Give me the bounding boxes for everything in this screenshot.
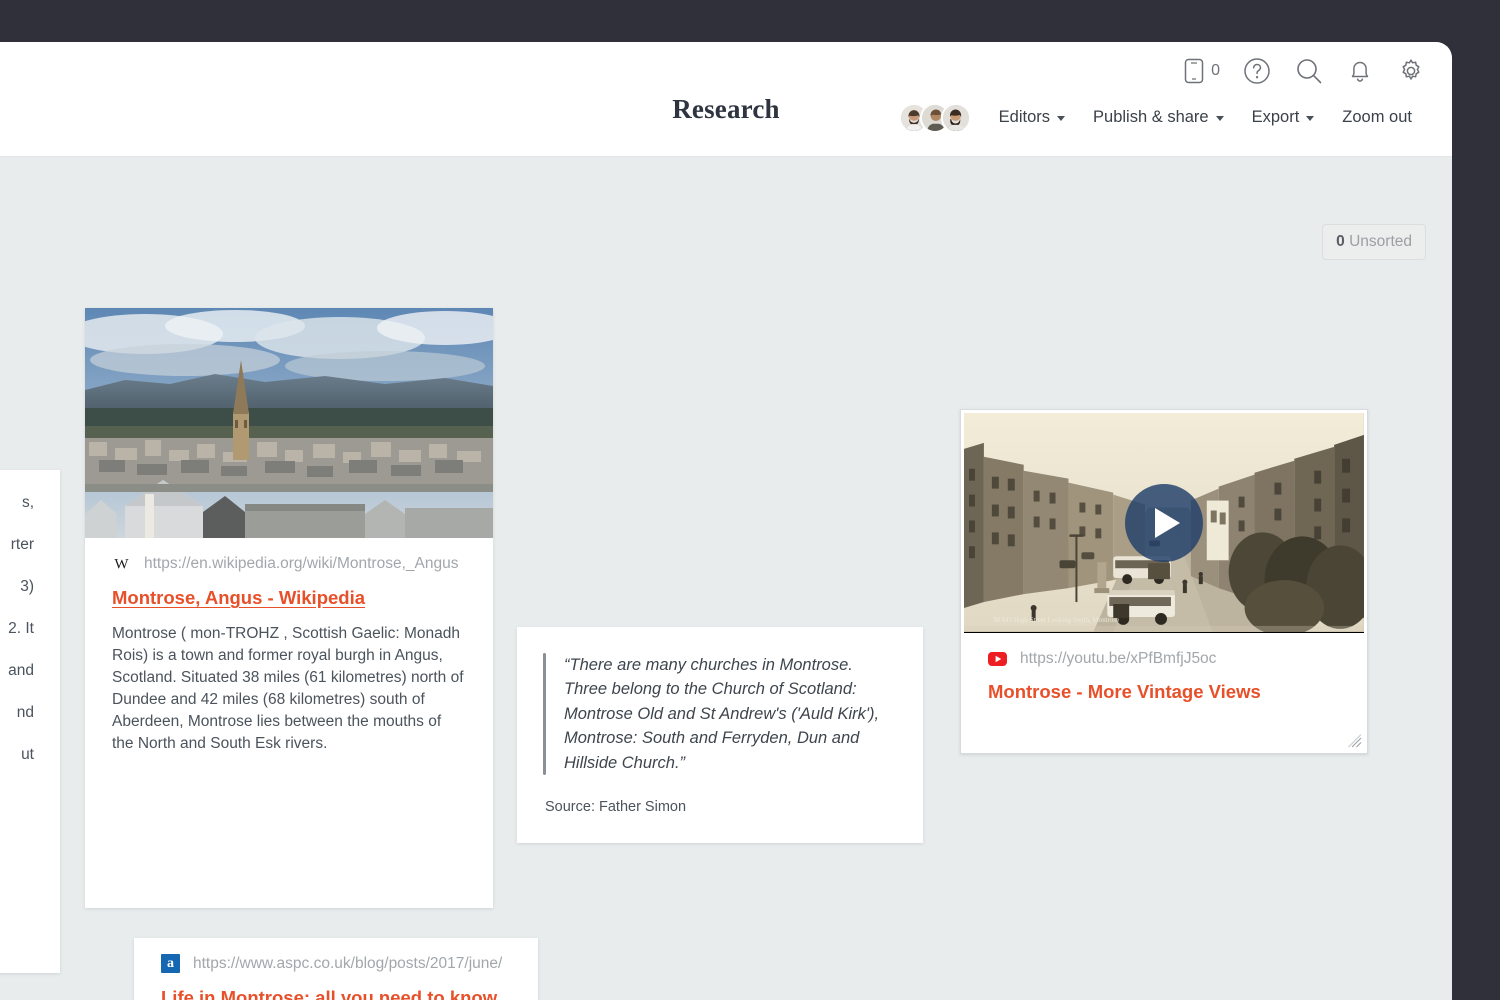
card-title-link[interactable]: Life in Montrose: all you need to know a… xyxy=(134,973,538,1000)
partial-line: nd xyxy=(0,702,34,724)
video-thumbnail[interactable]: M 643 High Street Looking South, Montros… xyxy=(964,413,1364,633)
app-root: 0 xyxy=(0,0,1500,1000)
help-icon[interactable] xyxy=(1242,56,1272,86)
unsorted-badge[interactable]: 0 Unsorted xyxy=(1322,224,1426,260)
unsorted-label: Unsorted xyxy=(1349,233,1412,250)
svg-text:W: W xyxy=(114,557,129,573)
avatar[interactable] xyxy=(941,103,971,133)
zoom-out-button[interactable]: Zoom out xyxy=(1328,102,1426,133)
quote-text: “There are many churches in Montrose. Th… xyxy=(564,653,895,775)
resize-handle-icon[interactable] xyxy=(1348,734,1362,748)
partial-card-body: s, rter 3) 2. It and nd ut xyxy=(0,470,60,808)
mobile-count-label: 0 xyxy=(1211,62,1220,80)
card-title-link[interactable]: Montrose, Angus - Wikipedia xyxy=(85,573,493,611)
montrose-town-photo xyxy=(85,308,493,538)
header-icon-row: 0 xyxy=(1184,56,1426,86)
gear-icon[interactable] xyxy=(1396,56,1426,86)
wikipedia-w-icon: W xyxy=(112,554,131,573)
board-canvas[interactable]: 0 Unsorted s, rter 3) 2. It and nd ut xyxy=(0,157,1452,1000)
play-triangle-icon xyxy=(1155,508,1180,538)
svg-text:M 643 High Street Looking S: M 643 High Street Looking South, Montros… xyxy=(994,616,1119,624)
source-url[interactable]: https://youtu.be/xPfBmfjJ5oc xyxy=(1020,650,1216,668)
source-url[interactable]: https://en.wikipedia.org/wiki/Montrose,_… xyxy=(144,555,458,573)
chevron-down-icon xyxy=(1216,116,1224,121)
header-actions: Editors Publish & share Export Zoom out xyxy=(899,102,1426,133)
card-body-text: Montrose ( mon-TROHZ , Scottish Gaelic: … xyxy=(85,611,493,755)
partial-line: ut xyxy=(0,744,34,766)
partial-line: and xyxy=(0,660,34,682)
quote-accent-bar xyxy=(543,653,546,775)
publish-share-label: Publish & share xyxy=(1093,108,1209,127)
chevron-down-icon xyxy=(1057,116,1065,121)
source-url[interactable]: https://www.aspc.co.uk/blog/posts/2017/j… xyxy=(193,955,502,973)
card-title-link[interactable]: Montrose - More Vintage Views xyxy=(961,668,1367,703)
chevron-down-icon xyxy=(1306,116,1314,121)
partial-line: 2. It xyxy=(0,618,34,640)
notifications-bell-icon[interactable] xyxy=(1346,56,1374,86)
quote-source: Source: Father Simon xyxy=(517,775,923,815)
source-row: W https://en.wikipedia.org/wiki/Montrose… xyxy=(85,538,493,573)
app-header: 0 xyxy=(0,42,1452,157)
export-menu[interactable]: Export xyxy=(1238,102,1329,133)
card-aspc[interactable]: a https://www.aspc.co.uk/blog/posts/2017… xyxy=(134,938,538,1000)
source-row: a https://www.aspc.co.uk/blog/posts/2017… xyxy=(134,938,538,973)
source-row: https://youtu.be/xPfBmfjJ5oc xyxy=(961,633,1367,668)
app-window: 0 xyxy=(0,42,1452,1000)
publish-share-menu[interactable]: Publish & share xyxy=(1079,102,1238,133)
export-label: Export xyxy=(1252,108,1300,127)
partial-line: rter xyxy=(0,534,34,556)
quote-wrapper: “There are many churches in Montrose. Th… xyxy=(517,627,923,775)
partial-line: s, xyxy=(0,492,34,514)
editors-menu[interactable]: Editors xyxy=(985,102,1079,133)
card-partial-left[interactable]: s, rter 3) 2. It and nd ut xyxy=(0,470,60,973)
editor-avatars[interactable] xyxy=(899,103,971,133)
partial-line: 3) xyxy=(0,576,34,598)
editors-label: Editors xyxy=(999,108,1050,127)
zoom-out-label: Zoom out xyxy=(1342,108,1412,127)
card-wikipedia[interactable]: W https://en.wikipedia.org/wiki/Montrose… xyxy=(85,308,493,908)
search-icon[interactable] xyxy=(1294,56,1324,86)
mobile-icon[interactable] xyxy=(1184,58,1204,84)
play-button-icon[interactable] xyxy=(1125,484,1203,562)
mobile-preview-button[interactable]: 0 xyxy=(1184,58,1220,84)
card-youtube[interactable]: M 643 High Street Looking South, Montros… xyxy=(960,409,1368,754)
aspc-a-icon: a xyxy=(161,954,180,973)
unsorted-count: 0 xyxy=(1336,233,1345,250)
youtube-play-icon xyxy=(988,649,1007,668)
card-quote[interactable]: “There are many churches in Montrose. Th… xyxy=(517,627,923,843)
